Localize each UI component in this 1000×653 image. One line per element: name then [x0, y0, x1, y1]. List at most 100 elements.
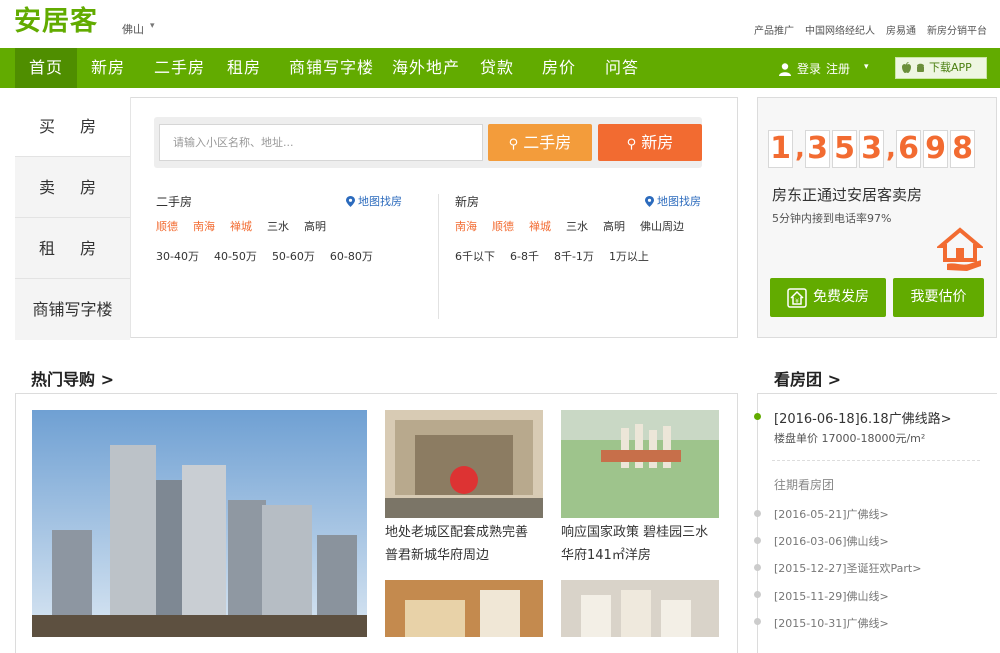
search-input[interactable]: 请输入小区名称、地址... [159, 124, 483, 161]
estimate-button[interactable]: 我要估价 [893, 278, 984, 317]
xinfang-title: 新房 [455, 195, 480, 209]
timeline-dot [754, 510, 761, 517]
nav-commercial[interactable]: 商铺写字楼 [289, 48, 374, 88]
tour-price: 楼盘单价 17000-18000元/m² [774, 432, 926, 445]
area-link[interactable]: 南海 [193, 218, 215, 234]
xinfang-map-link[interactable]: 地图找房 [645, 193, 701, 209]
area-link[interactable]: 高明 [304, 218, 326, 234]
tour-past-item[interactable]: [2015-11-29]佛山线> [774, 588, 889, 604]
counter-digit: 9 [923, 130, 948, 168]
hot-image-2[interactable] [385, 410, 543, 518]
download-app-button[interactable]: 下载APP [895, 57, 987, 79]
hot-image-5[interactable] [561, 580, 719, 637]
tab-commercial[interactable]: 商铺写字楼 [15, 279, 130, 340]
nav-loan[interactable]: 贷款 [480, 48, 514, 88]
seller-subtext: 5分钟内接到电话率97% [772, 212, 892, 225]
search-second-hand-button[interactable]: ⚲ 二手房 [488, 124, 592, 161]
area-link[interactable]: 佛山周边 [640, 218, 684, 234]
nav-qa[interactable]: 问答 [605, 48, 639, 88]
ershou-map-link[interactable]: 地图找房 [346, 193, 402, 209]
tour-title[interactable]: 看房团 > [774, 366, 841, 390]
site-logo[interactable]: 安居客 [14, 4, 98, 40]
hot-image-4[interactable] [385, 580, 543, 637]
left-tabs: 买 房 卖 房 租 房 商铺写字楼 [15, 97, 131, 340]
tab-buy[interactable]: 买 房 [15, 97, 130, 157]
nav-second-hand[interactable]: 二手房 [154, 48, 205, 88]
aerial-view-image [561, 410, 719, 518]
hot-guide-title[interactable]: 热门导购 > [31, 366, 114, 390]
tour-current-link[interactable]: [2016-06-18]6.18广佛线路> [774, 408, 952, 427]
price-link[interactable]: 6千以下 [455, 248, 495, 264]
area-link[interactable]: 南海 [455, 218, 477, 234]
register-link[interactable]: 注册 [826, 60, 850, 77]
hot-caption-2a[interactable]: 地处老城区配套成熟完善 [385, 522, 528, 544]
counter-comma: , [886, 134, 896, 164]
tour-past-item[interactable]: [2016-03-06]佛山线> [774, 533, 889, 549]
tour-divider [772, 460, 980, 461]
area-link[interactable]: 高明 [603, 218, 625, 234]
area-link[interactable]: 禅城 [529, 218, 551, 234]
interior-image [385, 580, 543, 637]
chevron-down-icon[interactable]: ▾ [864, 62, 869, 72]
nav-home[interactable]: 首页 [15, 48, 77, 88]
price-link[interactable]: 40-50万 [214, 248, 257, 264]
top-link-fangyitong[interactable]: 房易通 [886, 22, 916, 37]
tour-past-item[interactable]: [2015-10-31]广佛线> [774, 615, 889, 631]
search-second-hand-label: 二手房 [523, 133, 572, 152]
counter-digit: 8 [950, 130, 975, 168]
counter-comma: , [795, 134, 805, 164]
buildings-image [32, 410, 367, 637]
seller-counter: 1 , 3 5 3 , 6 9 8 [768, 130, 977, 168]
nav-price[interactable]: 房价 [542, 48, 576, 88]
hot-caption-2b[interactable]: 普君新城华府周边 [385, 545, 489, 567]
tab-sell[interactable]: 卖 房 [15, 157, 130, 218]
price-link[interactable]: 60-80万 [330, 248, 373, 264]
area-link[interactable]: 三水 [267, 218, 289, 234]
top-link-agent[interactable]: 中国网络经纪人 [805, 22, 875, 37]
hot-image-3[interactable] [561, 410, 719, 518]
hot-caption-3a[interactable]: 响应国家政策 碧桂园三水 [561, 522, 708, 544]
xinfang-map-label: 地图找房 [657, 195, 701, 208]
nav-overseas[interactable]: 海外地产 [392, 48, 460, 88]
price-link[interactable]: 8千-1万 [554, 248, 594, 264]
top-link-distribution[interactable]: 新房分销平台 [927, 22, 987, 37]
apple-icon [902, 62, 911, 73]
svg-text:¥: ¥ [795, 298, 799, 305]
tour-past-title: 往期看房团 [774, 478, 835, 492]
counter-digit: 6 [896, 130, 921, 168]
login-link[interactable]: 登录 [797, 60, 821, 77]
xinfang-prices: 6千以下 6-8千 8千-1万 1万以上 [455, 248, 649, 264]
search-new-house-label: 新房 [641, 133, 674, 152]
timeline-dot [754, 564, 761, 571]
timeline-dot [754, 591, 761, 598]
android-icon [917, 63, 924, 72]
area-link[interactable]: 顺德 [492, 218, 514, 234]
tour-past-item[interactable]: [2015-12-27]圣诞狂欢Part> [774, 560, 921, 576]
hot-main-image[interactable] [32, 410, 367, 637]
house-icon: ¥ [787, 287, 807, 308]
city-selector[interactable]: 佛山 [122, 21, 144, 37]
price-link[interactable]: 6-8千 [510, 248, 539, 264]
tab-rent[interactable]: 租 房 [15, 218, 130, 279]
search-new-house-button[interactable]: ⚲ 新房 [598, 124, 702, 161]
top-link-promo[interactable]: 产品推广 [754, 22, 794, 37]
tour-past-item[interactable]: [2016-05-21]广佛线> [774, 506, 889, 522]
price-link[interactable]: 30-40万 [156, 248, 199, 264]
price-link[interactable]: 1万以上 [609, 248, 649, 264]
area-link[interactable]: 禅城 [230, 218, 252, 234]
nav-rent[interactable]: 租房 [227, 48, 261, 88]
free-listing-button[interactable]: ¥ 免费发房 [770, 278, 886, 317]
area-link[interactable]: 顺德 [156, 218, 178, 234]
ershou-areas: 顺德 南海 禅城 三水 高明 [156, 218, 326, 234]
user-icon [779, 62, 791, 76]
nav-new-house[interactable]: 新房 [91, 48, 125, 88]
top-links: 产品推广 中国网络经纪人 房易通 新房分销平台 [754, 22, 987, 37]
area-link[interactable]: 三水 [566, 218, 588, 234]
search-icon: ⚲ [508, 137, 519, 152]
timeline-dot [754, 413, 761, 420]
chevron-down-icon[interactable]: ▾ [150, 21, 155, 31]
counter-digit: 1 [768, 130, 793, 168]
price-link[interactable]: 50-60万 [272, 248, 315, 264]
map-pin-icon [346, 195, 355, 207]
hot-caption-3b[interactable]: 华府141㎡洋房 [561, 545, 651, 567]
